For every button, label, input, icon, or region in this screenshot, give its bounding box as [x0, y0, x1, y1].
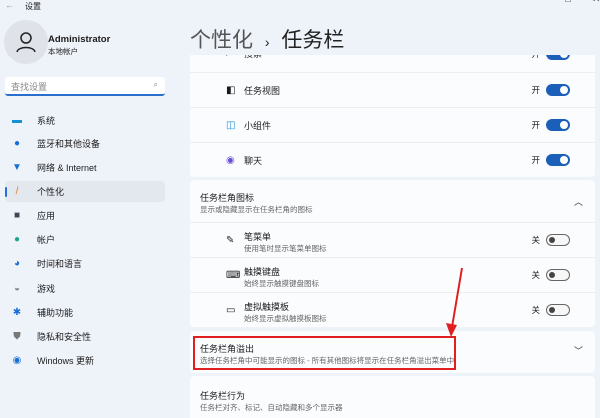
chevron-down-icon[interactable]: ﹀ [574, 344, 583, 357]
section-subtitle: 任务栏对齐、标记、自动隐藏和多个显示器 [200, 403, 343, 412]
close-button[interactable]: ✕ [592, 0, 600, 5]
toggle-state: 关 [531, 270, 540, 280]
monitor-icon: ▬ [12, 115, 22, 126]
sidebar-item-label: 游戏 [37, 284, 56, 294]
person-icon [16, 32, 36, 53]
avatar [4, 20, 48, 64]
sidebar-item-label: 时间和语言 [37, 259, 83, 269]
toggle-state: 关 [531, 235, 540, 245]
sidebar-item-accessibility[interactable]: ✱ 辅助功能 [5, 302, 165, 323]
item-subtitle: 始终显示触摸键盘图标 [244, 279, 319, 288]
toggle-state: 开 [531, 55, 540, 60]
section-title: 任务栏角图标 [200, 193, 255, 203]
wifi-icon: ▼ [12, 162, 22, 173]
item-label: 虚拟触摸板 [244, 302, 290, 312]
bluetooth-icon: ● [13, 138, 21, 149]
annotation-arrow-icon [446, 267, 463, 337]
widgets-icon: ◫ [226, 119, 236, 131]
sidebar-item-label: 蓝牙和其他设备 [37, 139, 101, 149]
maximize-button[interactable]: □ [565, 0, 571, 5]
sidebar-item-label: 应用 [37, 211, 56, 221]
pen-menu-toggle[interactable] [546, 234, 570, 246]
sidebar-item-windows-update[interactable]: ◉ Windows 更新 [5, 350, 165, 371]
corner-icons-card: 任务栏角图标 显示或隐藏显示在任务栏角的图标 ︿ ✎ 笔菜单使用笔时显示笔菜单图标… [190, 180, 595, 327]
sidebar-item-gaming[interactable]: ◒ 游戏 [5, 278, 165, 299]
sidebar-item-label: Windows 更新 [37, 356, 95, 366]
sidebar-item-label: 帐户 [37, 235, 56, 245]
account-type: 本地帐户 [48, 47, 78, 56]
section-title: 任务栏行为 [200, 391, 246, 401]
touch-keyboard-toggle[interactable] [546, 269, 570, 281]
section-subtitle: 显示或隐藏显示在任务栏角的图标 [200, 205, 313, 214]
corner-item-virtual-touchpad: ▭ 虚拟触摸板始终显示虚拟触摸板图标 关 [190, 292, 595, 327]
toggle-state: 开 [531, 85, 540, 95]
sidebar-item-label: 网络 & Internet [37, 163, 97, 173]
task-view-toggle[interactable] [546, 84, 570, 96]
sidebar-item-label: 隐私和安全性 [37, 332, 92, 342]
sidebar-item-bluetooth[interactable]: ● 蓝牙和其他设备 [5, 133, 165, 154]
brush-icon: / [15, 186, 19, 197]
sidebar-item-label: 辅助功能 [37, 308, 74, 318]
breadcrumb-separator: › [264, 34, 270, 50]
sidebar-item-label: 个性化 [37, 187, 65, 197]
minimize-button[interactable]: – [538, 0, 544, 5]
toggle-state: 关 [531, 305, 540, 315]
search-icon: ⌕ [226, 55, 232, 59]
toggle-state: 开 [531, 120, 540, 130]
item-label: 搜索 [244, 55, 262, 60]
taskbar-item-search: ⌕ 搜索 开 [190, 55, 595, 72]
touchpad-icon: ▭ [226, 304, 236, 316]
taskbar-item-widgets: ◫ 小组件 开 [190, 107, 595, 142]
breadcrumb[interactable]: 个性化 [190, 29, 253, 52]
item-label: 聊天 [244, 155, 263, 166]
corner-item-pen-menu: ✎ 笔菜单使用笔时显示笔菜单图标 关 [190, 222, 595, 257]
sidebar-item-accounts[interactable]: ● 帐户 [5, 229, 165, 250]
gamepad-icon: ◒ [13, 283, 21, 294]
widgets-toggle[interactable] [546, 119, 570, 131]
corner-icons-header[interactable]: 任务栏角图标 显示或隐藏显示在任务栏角的图标 ︿ [190, 180, 595, 222]
sidebar-item-label: 系统 [37, 116, 56, 126]
globe-clock-icon: ◕ [13, 258, 21, 269]
sidebar-item-personalization[interactable]: / 个性化 [5, 181, 165, 202]
apps-icon: ■ [13, 210, 21, 221]
chat-toggle[interactable] [546, 154, 570, 166]
item-label: 小组件 [244, 120, 272, 131]
search-input[interactable]: 查找设置 ⌕ [5, 77, 165, 96]
item-label: 笔菜单 [244, 232, 272, 242]
window-title: 设置 [25, 2, 41, 11]
sidebar-item-time-language[interactable]: ◕ 时间和语言 [5, 253, 165, 274]
accessibility-icon: ✱ [12, 307, 22, 318]
page-title: 个性化 › 任务栏 [190, 24, 344, 54]
corner-item-touch-keyboard: ⌨ 触摸键盘始终显示触摸键盘图标 关 [190, 257, 595, 292]
sidebar-item-system[interactable]: ▬ 系统 [5, 110, 165, 131]
taskbar-behaviors-card[interactable]: 任务栏行为 任务栏对齐、标记、自动隐藏和多个显示器 [190, 376, 595, 418]
pen-icon: ✎ [226, 234, 235, 246]
virtual-touchpad-toggle[interactable] [546, 304, 570, 316]
shield-icon: ⛊ [13, 331, 21, 342]
task-view-icon: ◧ [226, 84, 236, 96]
keyboard-icon: ⌨ [226, 269, 241, 281]
search-toggle[interactable] [546, 55, 570, 60]
search-placeholder: 查找设置 [11, 82, 48, 92]
sidebar-item-apps[interactable]: ■ 应用 [5, 205, 165, 226]
taskbar-item-chat: ◉ 聊天 开 [190, 142, 595, 177]
sidebar-item-network[interactable]: ▼ 网络 & Internet [5, 157, 165, 178]
item-label: 触摸键盘 [244, 267, 281, 277]
back-button[interactable]: ← [5, 0, 14, 10]
item-subtitle: 始终显示虚拟触摸板图标 [244, 314, 327, 323]
toggle-state: 开 [531, 155, 540, 165]
sidebar-item-privacy[interactable]: ⛊ 隐私和安全性 [5, 326, 165, 347]
taskbar-items-card: ⌕搜索开 ◧任务视图开 ◫小组件开 ◉聊天开 [190, 55, 595, 177]
item-label: 任务视图 [244, 85, 281, 96]
item-subtitle: 使用笔时显示笔菜单图标 [244, 244, 327, 253]
update-icon: ◉ [12, 355, 22, 366]
search-icon: ⌕ [153, 80, 158, 89]
taskbar-item-task-view: ◧ 任务视图 开 [190, 72, 595, 107]
highlight-box [193, 336, 456, 370]
page-title-text: 任务栏 [281, 29, 345, 52]
chat-icon: ◉ [226, 154, 235, 166]
user-name: Administrator [48, 34, 111, 45]
chevron-up-icon[interactable]: ︿ [574, 195, 583, 208]
person-icon: ● [13, 234, 21, 245]
